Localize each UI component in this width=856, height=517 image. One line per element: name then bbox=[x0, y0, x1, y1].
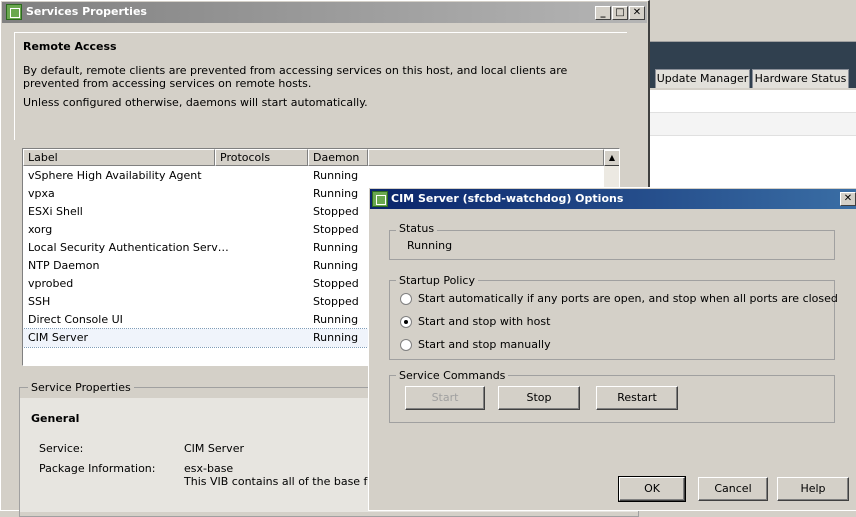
daemon-note: Unless configured otherwise, daemons wil… bbox=[23, 96, 368, 109]
start-button[interactable]: Start bbox=[405, 386, 485, 410]
minimize-button[interactable]: _ bbox=[595, 6, 611, 20]
row-label: SSH bbox=[28, 295, 51, 308]
row-daemon-status: Stopped bbox=[313, 223, 359, 236]
radio-start-auto[interactable] bbox=[400, 293, 412, 305]
ok-button[interactable]: OK bbox=[618, 476, 686, 502]
row-daemon-status: Stopped bbox=[313, 205, 359, 218]
row-daemon-status: Running bbox=[313, 313, 359, 326]
cim-dialog-titlebar[interactable]: CIM Server (sfcbd-watchdog) Options ✕ bbox=[370, 189, 856, 209]
tab-hardware-status[interactable]: Hardware Status bbox=[752, 69, 849, 88]
help-button[interactable]: Help bbox=[777, 477, 849, 501]
service-value: CIM Server bbox=[184, 442, 244, 455]
column-header-label[interactable]: Label bbox=[23, 149, 215, 166]
row-label: vpxa bbox=[28, 187, 55, 200]
row-label: ESXi Shell bbox=[28, 205, 83, 218]
row-label: vprobed bbox=[28, 277, 74, 290]
radio-start-manually[interactable] bbox=[400, 339, 412, 351]
row-label: Direct Console UI bbox=[28, 313, 123, 326]
vmware-app-icon bbox=[6, 4, 22, 20]
cim-dialog-title: CIM Server (sfcbd-watchdog) Options bbox=[391, 192, 624, 205]
radio-start-with-host-label[interactable]: Start and stop with host bbox=[418, 315, 550, 328]
row-daemon-status: Running bbox=[313, 241, 359, 254]
row-label: Local Security Authentication Serv… bbox=[28, 241, 229, 254]
cim-close-button[interactable]: ✕ bbox=[840, 192, 856, 206]
row-daemon-status: Running bbox=[313, 169, 359, 182]
tab-strip-divider bbox=[647, 88, 856, 90]
column-header-daemon[interactable]: Daemon bbox=[308, 149, 368, 166]
status-group bbox=[389, 230, 835, 260]
cim-server-options-dialog: CIM Server (sfcbd-watchdog) Options ✕ St… bbox=[368, 187, 856, 511]
service-properties-label: Service Properties bbox=[28, 381, 134, 394]
service-commands-label: Service Commands bbox=[396, 369, 509, 382]
remote-access-heading: Remote Access bbox=[23, 40, 117, 53]
table-row[interactable]: vSphere High Availability Agent Running bbox=[23, 167, 619, 185]
package-info-value: esx-base bbox=[184, 462, 234, 475]
package-info-label: Package Information: bbox=[39, 462, 156, 475]
cancel-button[interactable]: Cancel bbox=[698, 477, 768, 501]
scroll-up-arrow-icon[interactable]: ▲ bbox=[604, 150, 619, 166]
tab-update-manager[interactable]: Update Manager bbox=[655, 69, 750, 88]
row-daemon-status: Running bbox=[313, 259, 359, 272]
background-content-band bbox=[647, 112, 856, 136]
row-label: NTP Daemon bbox=[28, 259, 100, 272]
table-row[interactable]: CIM Server Running bbox=[23, 328, 369, 348]
services-window-titlebar[interactable]: Services Properties _ □ ✕ bbox=[2, 2, 647, 23]
startup-policy-label: Startup Policy bbox=[396, 274, 478, 287]
radio-start-auto-label[interactable]: Start automatically if any ports are ope… bbox=[418, 292, 838, 305]
close-button[interactable]: ✕ bbox=[629, 6, 645, 20]
stop-button[interactable]: Stop bbox=[498, 386, 580, 410]
row-daemon-status: Running bbox=[313, 331, 359, 344]
maximize-button[interactable]: □ bbox=[612, 6, 628, 20]
row-daemon-status: Running bbox=[313, 187, 359, 200]
row-label: CIM Server bbox=[28, 331, 88, 344]
vmware-app-icon bbox=[372, 191, 388, 207]
radio-start-manually-label[interactable]: Start and stop manually bbox=[418, 338, 551, 351]
restart-button[interactable]: Restart bbox=[596, 386, 678, 410]
background-toolbar bbox=[647, 0, 856, 42]
row-label: vSphere High Availability Agent bbox=[28, 169, 202, 182]
service-label: Service: bbox=[39, 442, 84, 455]
row-daemon-status: Stopped bbox=[313, 277, 359, 290]
row-label: xorg bbox=[28, 223, 53, 236]
column-header-protocols[interactable]: Protocols bbox=[215, 149, 308, 166]
radio-start-with-host[interactable] bbox=[400, 316, 412, 328]
column-header-filler bbox=[368, 149, 604, 166]
status-group-label: Status bbox=[396, 222, 438, 235]
remote-access-description: By default, remote clients are prevented… bbox=[23, 64, 568, 90]
general-heading: General bbox=[31, 412, 80, 425]
row-daemon-status: Stopped bbox=[313, 295, 359, 308]
services-window-title: Services Properties bbox=[26, 5, 147, 18]
status-value: Running bbox=[407, 239, 453, 252]
